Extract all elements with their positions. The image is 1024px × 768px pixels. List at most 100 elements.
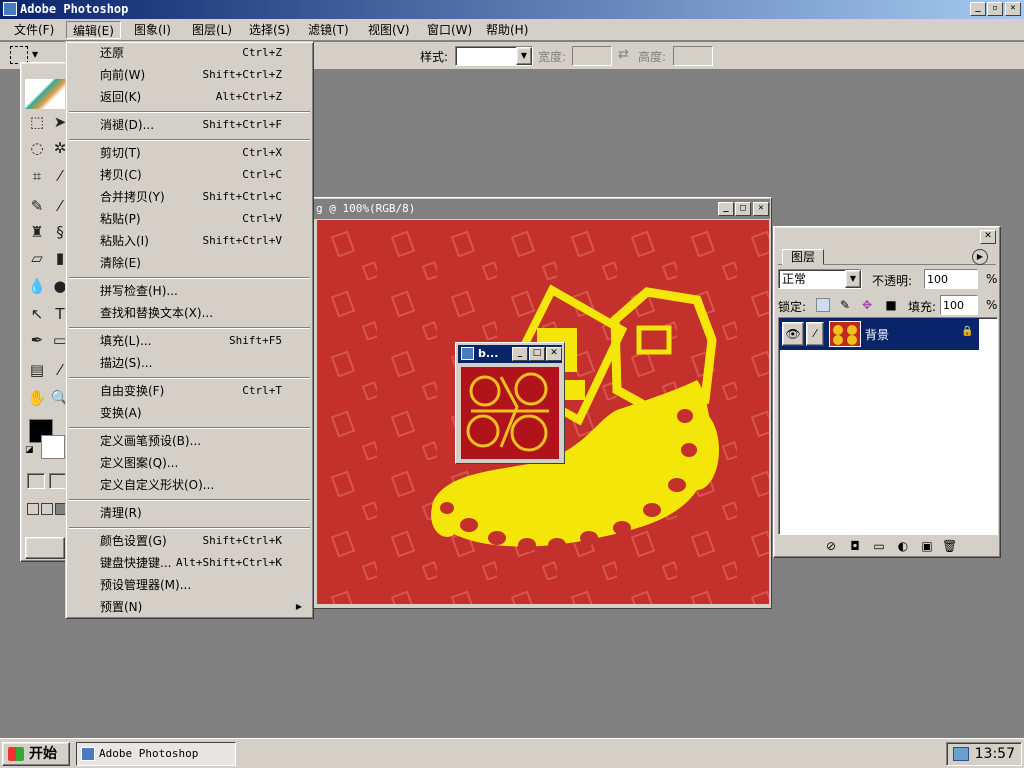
layers-footer: ⊘ ◘ ▭ ◐ ▣ 🗑: [824, 539, 964, 555]
menu-item-copy[interactable]: 拷贝(C) Ctrl+C: [69, 164, 310, 186]
menu-item-find-replace[interactable]: 查找和替换文本(X)...: [69, 302, 310, 324]
menu-item-transform[interactable]: 变换(A): [69, 402, 310, 424]
taskbar: 开始 Adobe Photoshop 13:57: [0, 738, 1024, 768]
menu-item-stroke[interactable]: 描边(S)...: [69, 352, 310, 374]
minimize-button[interactable]: _: [970, 2, 986, 16]
new-group-icon[interactable]: ▭: [872, 539, 886, 553]
thumb-close-button[interactable]: ✕: [546, 347, 562, 361]
adobe-online-icon[interactable]: [25, 79, 65, 109]
palette-close-button[interactable]: ✕: [980, 230, 996, 244]
network-icon[interactable]: [953, 747, 969, 761]
menu-item-fade[interactable]: 消褪(D)... Shift+Ctrl+F: [69, 114, 310, 136]
tab-layers[interactable]: 图层: [782, 249, 825, 265]
chevron-down-icon[interactable]: ▼: [32, 50, 38, 59]
menu-select[interactable]: 选择(S): [243, 21, 296, 39]
menu-item-keyboard-shortcuts[interactable]: 键盘快捷键... Alt+Shift+Ctrl+K: [69, 552, 310, 574]
fill-label: 填充:: [908, 300, 937, 314]
width-label: 宽度:: [538, 50, 567, 64]
menu-item-cut[interactable]: 剪切(T) Ctrl+X: [69, 142, 310, 164]
menu-image[interactable]: 图象(I): [128, 21, 177, 39]
palette-menu-icon[interactable]: ▶: [972, 249, 988, 265]
thumb-minimize-button[interactable]: _: [512, 347, 528, 361]
app-title: Adobe Photoshop: [20, 2, 129, 16]
hand-tool-icon[interactable]: ✋: [26, 387, 48, 409]
new-layer-icon[interactable]: ▣: [920, 539, 934, 553]
menu-filter[interactable]: 滤镜(T): [302, 21, 355, 39]
eye-icon[interactable]: 👁: [782, 322, 804, 346]
menu-item-check-spelling[interactable]: 拼写检查(H)...: [69, 280, 310, 302]
doc-maximize-button[interactable]: □: [735, 202, 751, 216]
menu-item-define-brush[interactable]: 定义画笔预设(B)...: [69, 430, 310, 452]
marquee-tool-icon[interactable]: ⬚: [26, 111, 48, 133]
background-color-swatch[interactable]: [41, 435, 65, 459]
clone-stamp-icon[interactable]: ♜: [26, 221, 48, 243]
menu-item-free-transform[interactable]: 自由变换(F) Ctrl+T: [69, 380, 310, 402]
menu-edit[interactable]: 编辑(E): [66, 21, 121, 39]
blend-mode-select[interactable]: 正常 ▼: [778, 269, 862, 289]
lasso-tool-icon[interactable]: ◌: [26, 137, 48, 159]
menu-item-paste[interactable]: 粘贴(P) Ctrl+V: [69, 208, 310, 230]
lock-image-icon[interactable]: ✎: [838, 298, 852, 312]
menu-item-paste-into[interactable]: 粘贴入(I) Shift+Ctrl+V: [69, 230, 310, 252]
standard-mode-icon[interactable]: [27, 473, 45, 489]
thumbnail-image[interactable]: [461, 367, 559, 459]
menu-item-step-backward[interactable]: 返回(K) Alt+Ctrl+Z: [69, 86, 310, 108]
lock-transparency-icon[interactable]: [816, 298, 830, 312]
restore-button[interactable]: ▫: [987, 2, 1003, 16]
layer-row-background[interactable]: 👁 ⁄ 背景 🔒: [779, 318, 979, 350]
app-title-bar: Adobe Photoshop _ ▫ ✕: [0, 0, 1024, 19]
fill-field[interactable]: [940, 295, 978, 315]
chevron-down-icon[interactable]: ▼: [845, 270, 861, 288]
close-button[interactable]: ✕: [1005, 2, 1021, 16]
thumb-maximize-button[interactable]: □: [529, 347, 545, 361]
menu-window[interactable]: 窗口(W): [421, 21, 478, 39]
default-colors-icon[interactable]: ◪: [25, 445, 37, 457]
chevron-down-icon[interactable]: ▼: [516, 47, 532, 65]
edit-menu-dropdown: 还原 Ctrl+Z 向前(W) Shift+Ctrl+Z 返回(K) Alt+Ctrl…: [65, 41, 314, 619]
lock-position-icon[interactable]: ✥: [860, 298, 874, 312]
layer-mask-icon[interactable]: ◘: [848, 539, 862, 553]
menu-item-define-custom-shape[interactable]: 定义自定义形状(O)...: [69, 474, 310, 496]
windows-logo-icon: [8, 747, 24, 761]
layer-style-icon[interactable]: ⊘: [824, 539, 838, 553]
lock-all-icon[interactable]: ■: [884, 298, 898, 312]
menu-item-define-pattern[interactable]: 定义图案(Q)...: [69, 452, 310, 474]
menu-help[interactable]: 帮助(H): [480, 21, 534, 39]
menu-item-step-forward[interactable]: 向前(W) Shift+Ctrl+Z: [69, 64, 310, 86]
height-field[interactable]: [673, 46, 713, 66]
doc-close-button[interactable]: ✕: [753, 202, 769, 216]
taskbar-item-photoshop[interactable]: Adobe Photoshop: [76, 742, 236, 766]
width-field[interactable]: [572, 46, 612, 66]
menu-layer[interactable]: 图层(L): [186, 21, 238, 39]
blur-tool-icon[interactable]: 💧: [26, 275, 48, 297]
adjustment-layer-icon[interactable]: ◐: [896, 539, 910, 553]
palette-tab-strip: 图层 ▶: [778, 249, 996, 265]
menu-item-undo[interactable]: 还原 Ctrl+Z: [69, 42, 310, 64]
screen-mode-standard-icon[interactable]: [27, 503, 39, 515]
menu-separator: [69, 327, 310, 329]
crop-tool-icon[interactable]: ⌗: [26, 165, 48, 187]
menu-view[interactable]: 视图(V): [362, 21, 416, 39]
menu-item-clear[interactable]: 清除(E): [69, 252, 310, 274]
menu-item-copy-merged[interactable]: 合并拷贝(Y) Shift+Ctrl+C: [69, 186, 310, 208]
style-select[interactable]: ▼: [455, 46, 533, 66]
menu-item-preferences[interactable]: 预置(N) ▶: [69, 596, 310, 618]
opacity-field[interactable]: [924, 269, 978, 289]
trash-icon[interactable]: 🗑: [942, 539, 957, 553]
menu-item-preset-manager[interactable]: 预设管理器(M)...: [69, 574, 310, 596]
notes-tool-icon[interactable]: ▤: [26, 359, 48, 381]
menu-item-color-settings[interactable]: 颜色设置(G) Shift+Ctrl+K: [69, 530, 310, 552]
menu-item-fill[interactable]: 填充(L)... Shift+F5: [69, 330, 310, 352]
menu-file[interactable]: 文件(F): [8, 21, 60, 39]
path-select-icon[interactable]: ↖: [26, 303, 48, 325]
screen-mode-full-menu-icon[interactable]: [41, 503, 53, 515]
pen-tool-icon[interactable]: ✒: [26, 329, 48, 351]
start-button[interactable]: 开始: [2, 742, 70, 766]
swap-icon[interactable]: ⇄: [618, 47, 629, 62]
healing-brush-icon[interactable]: ✎: [26, 195, 48, 217]
menu-item-purge[interactable]: 清理(R): [69, 502, 310, 524]
fill-percent: %: [986, 298, 998, 312]
doc-minimize-button[interactable]: _: [718, 202, 734, 216]
eraser-tool-icon[interactable]: ▱: [26, 247, 48, 269]
jump-to-imageready-icon[interactable]: [25, 537, 65, 559]
